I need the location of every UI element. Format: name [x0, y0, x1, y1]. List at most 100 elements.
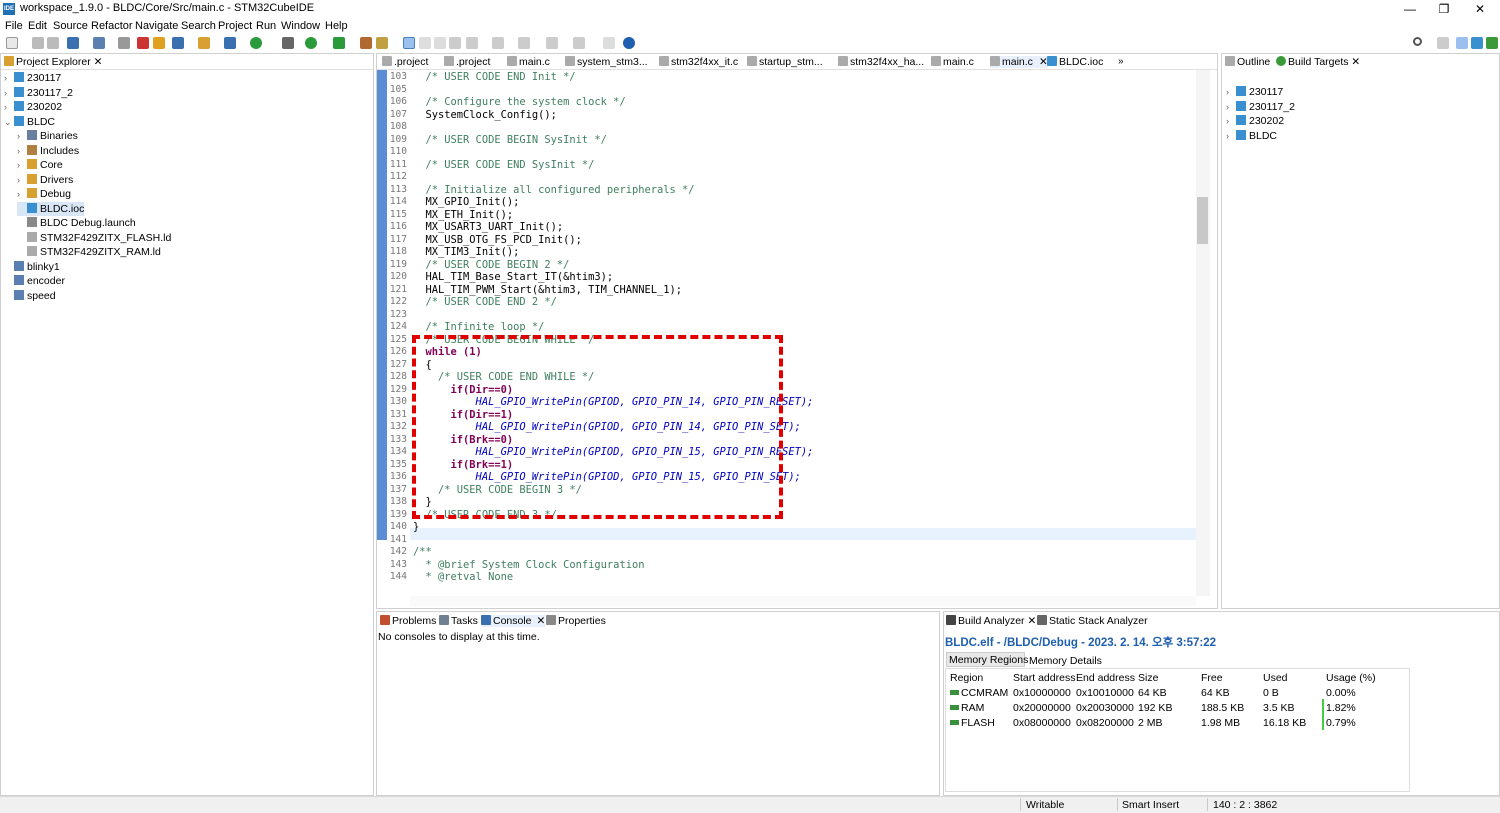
tree-item[interactable]: encoder	[4, 274, 65, 288]
tree-item[interactable]: blinky1	[4, 260, 60, 274]
tab-build-targets[interactable]: Build Targets ✕	[1276, 56, 1360, 68]
editor-tab[interactable]: system_stm3...	[565, 56, 648, 68]
column-header[interactable]: Used	[1263, 672, 1288, 684]
expand-chevron-icon[interactable]: ›	[17, 144, 27, 158]
search-icon[interactable]	[1413, 37, 1422, 46]
console-tab[interactable]: Console ✕	[481, 615, 546, 627]
build-target-item[interactable]: › 230117	[1226, 85, 1283, 99]
code-line[interactable]: /* Infinite loop */	[413, 321, 545, 334]
save-all-icon[interactable]	[47, 37, 59, 49]
code-line[interactable]: /* USER CODE BEGIN 2 */	[413, 259, 570, 272]
expand-chevron-icon[interactable]: ⌄	[4, 115, 14, 129]
tree-item[interactable]: › Includes	[17, 144, 79, 158]
block-select-icon[interactable]	[419, 37, 431, 49]
code-line[interactable]: * @brief System Clock Configuration	[413, 559, 645, 572]
run-icon[interactable]	[305, 37, 317, 49]
close-button[interactable]: ✕	[1466, 1, 1494, 17]
tree-item[interactable]: speed	[4, 289, 56, 303]
column-header[interactable]: Free	[1201, 672, 1223, 684]
cube-icon[interactable]	[153, 37, 165, 49]
menu-source[interactable]: Source	[53, 20, 88, 32]
close-tab-icon[interactable]: ✕	[537, 615, 546, 627]
code-line[interactable]: MX_GPIO_Init();	[413, 196, 520, 209]
project-explorer-tab[interactable]: Project Explorer ✕	[4, 56, 102, 68]
code-line[interactable]: /* Initialize all configured peripherals…	[413, 184, 695, 197]
code-line[interactable]: /* USER CODE END 2 */	[413, 296, 557, 309]
code-line[interactable]: /* USER CODE END SysInit */	[413, 159, 595, 172]
column-header[interactable]: Usage (%)	[1326, 672, 1376, 684]
tree-item[interactable]: › Binaries	[17, 129, 78, 143]
tab-build-analyzer[interactable]: Build Analyzer ✕	[946, 615, 1036, 627]
editor-vertical-scrollbar[interactable]	[1196, 70, 1210, 596]
info-icon[interactable]	[623, 37, 635, 49]
menu-refactor[interactable]: Refactor	[91, 20, 133, 32]
toggle-mark-icon[interactable]	[403, 37, 415, 49]
code-line[interactable]: MX_USB_OTG_FS_PCD_Init();	[413, 234, 582, 247]
expand-chevron-icon[interactable]: ›	[1226, 100, 1236, 114]
expand-chevron-icon[interactable]: ›	[17, 173, 27, 187]
prev-annotation-icon[interactable]	[492, 37, 504, 49]
console-tab[interactable]: Problems	[380, 615, 436, 627]
cpp-perspective-icon[interactable]	[1456, 37, 1468, 49]
pen-icon[interactable]	[376, 37, 388, 49]
run-config-icon[interactable]	[250, 37, 262, 49]
menu-search[interactable]: Search	[181, 20, 216, 32]
column-header[interactable]: Start address	[1013, 672, 1075, 684]
tabs-overflow[interactable]: »	[1118, 56, 1124, 67]
editor-tab[interactable]: stm32f4xx_it.c	[659, 56, 738, 68]
menu-project[interactable]: Project	[218, 20, 252, 32]
menu-file[interactable]: File	[5, 20, 23, 32]
perspective-icon[interactable]	[1437, 37, 1449, 49]
print-icon[interactable]	[118, 37, 130, 49]
settings-icon[interactable]	[67, 37, 79, 49]
build-target-item[interactable]: › 230202	[1226, 114, 1284, 128]
back-icon[interactable]	[546, 37, 558, 49]
expand-chevron-icon[interactable]: ›	[1226, 114, 1236, 128]
tab-static-stack[interactable]: Static Stack Analyzer	[1037, 615, 1148, 627]
editor-tab[interactable]: main.c	[931, 56, 974, 68]
tab-outline[interactable]: Outline	[1225, 56, 1270, 68]
external-tools-icon[interactable]	[333, 37, 345, 49]
tree-item[interactable]: › 230202	[4, 100, 62, 114]
code-line[interactable]: * @retval None	[413, 571, 514, 584]
editor-scroll-thumb[interactable]	[1197, 197, 1208, 244]
expand-chevron-icon[interactable]: ›	[4, 71, 14, 85]
paragraph-icon[interactable]	[449, 37, 461, 49]
open-folder-icon[interactable]	[198, 37, 210, 49]
menu-edit[interactable]: Edit	[28, 20, 47, 32]
editor-tab[interactable]: startup_stm...	[747, 56, 823, 68]
restore-button[interactable]: ❐	[1430, 1, 1458, 17]
console-tab[interactable]: Tasks	[439, 615, 478, 627]
column-header[interactable]: Region	[950, 672, 983, 684]
device-config-icon[interactable]	[1471, 37, 1483, 49]
code-line[interactable]: HAL_TIM_Base_Start_IT(&htim3);	[413, 271, 614, 284]
search-tool-icon[interactable]	[360, 37, 372, 49]
column-header[interactable]: End address	[1076, 672, 1135, 684]
menu-navigate[interactable]: Navigate	[135, 20, 178, 32]
menu-window[interactable]: Window	[281, 20, 320, 32]
next-annotation-icon[interactable]	[466, 37, 478, 49]
tree-item[interactable]: › Core	[17, 158, 63, 172]
minimize-button[interactable]: —	[1396, 1, 1424, 17]
new-icon[interactable]	[6, 37, 18, 49]
expand-chevron-icon[interactable]: ›	[17, 129, 27, 143]
debug-stop-icon[interactable]	[137, 37, 149, 49]
tree-item[interactable]: BLDC.ioc	[17, 201, 85, 216]
last-edit-icon[interactable]	[518, 37, 530, 49]
new-project-icon[interactable]	[172, 37, 184, 49]
menu-run[interactable]: Run	[256, 20, 276, 32]
code-line[interactable]: MX_USART3_UART_Init();	[413, 221, 564, 234]
tree-item[interactable]: › Drivers	[17, 173, 73, 187]
whitespace-icon[interactable]	[434, 37, 446, 49]
tree-item[interactable]: STM32F429ZITX_RAM.ld	[17, 245, 161, 259]
column-header[interactable]: Size	[1138, 672, 1158, 684]
tree-item[interactable]: ⌄ BLDC	[4, 115, 55, 129]
expand-chevron-icon[interactable]: ›	[17, 187, 27, 201]
editor-tab[interactable]: main.c	[507, 56, 550, 68]
console-tab[interactable]: Properties	[546, 615, 606, 627]
tree-item[interactable]: STM32F429ZITX_FLASH.ld	[17, 231, 171, 245]
build-target-item[interactable]: › BLDC	[1226, 129, 1277, 143]
save-icon[interactable]	[32, 37, 44, 49]
editor-tab[interactable]: .project	[382, 56, 428, 68]
new-class-icon[interactable]	[224, 37, 236, 49]
